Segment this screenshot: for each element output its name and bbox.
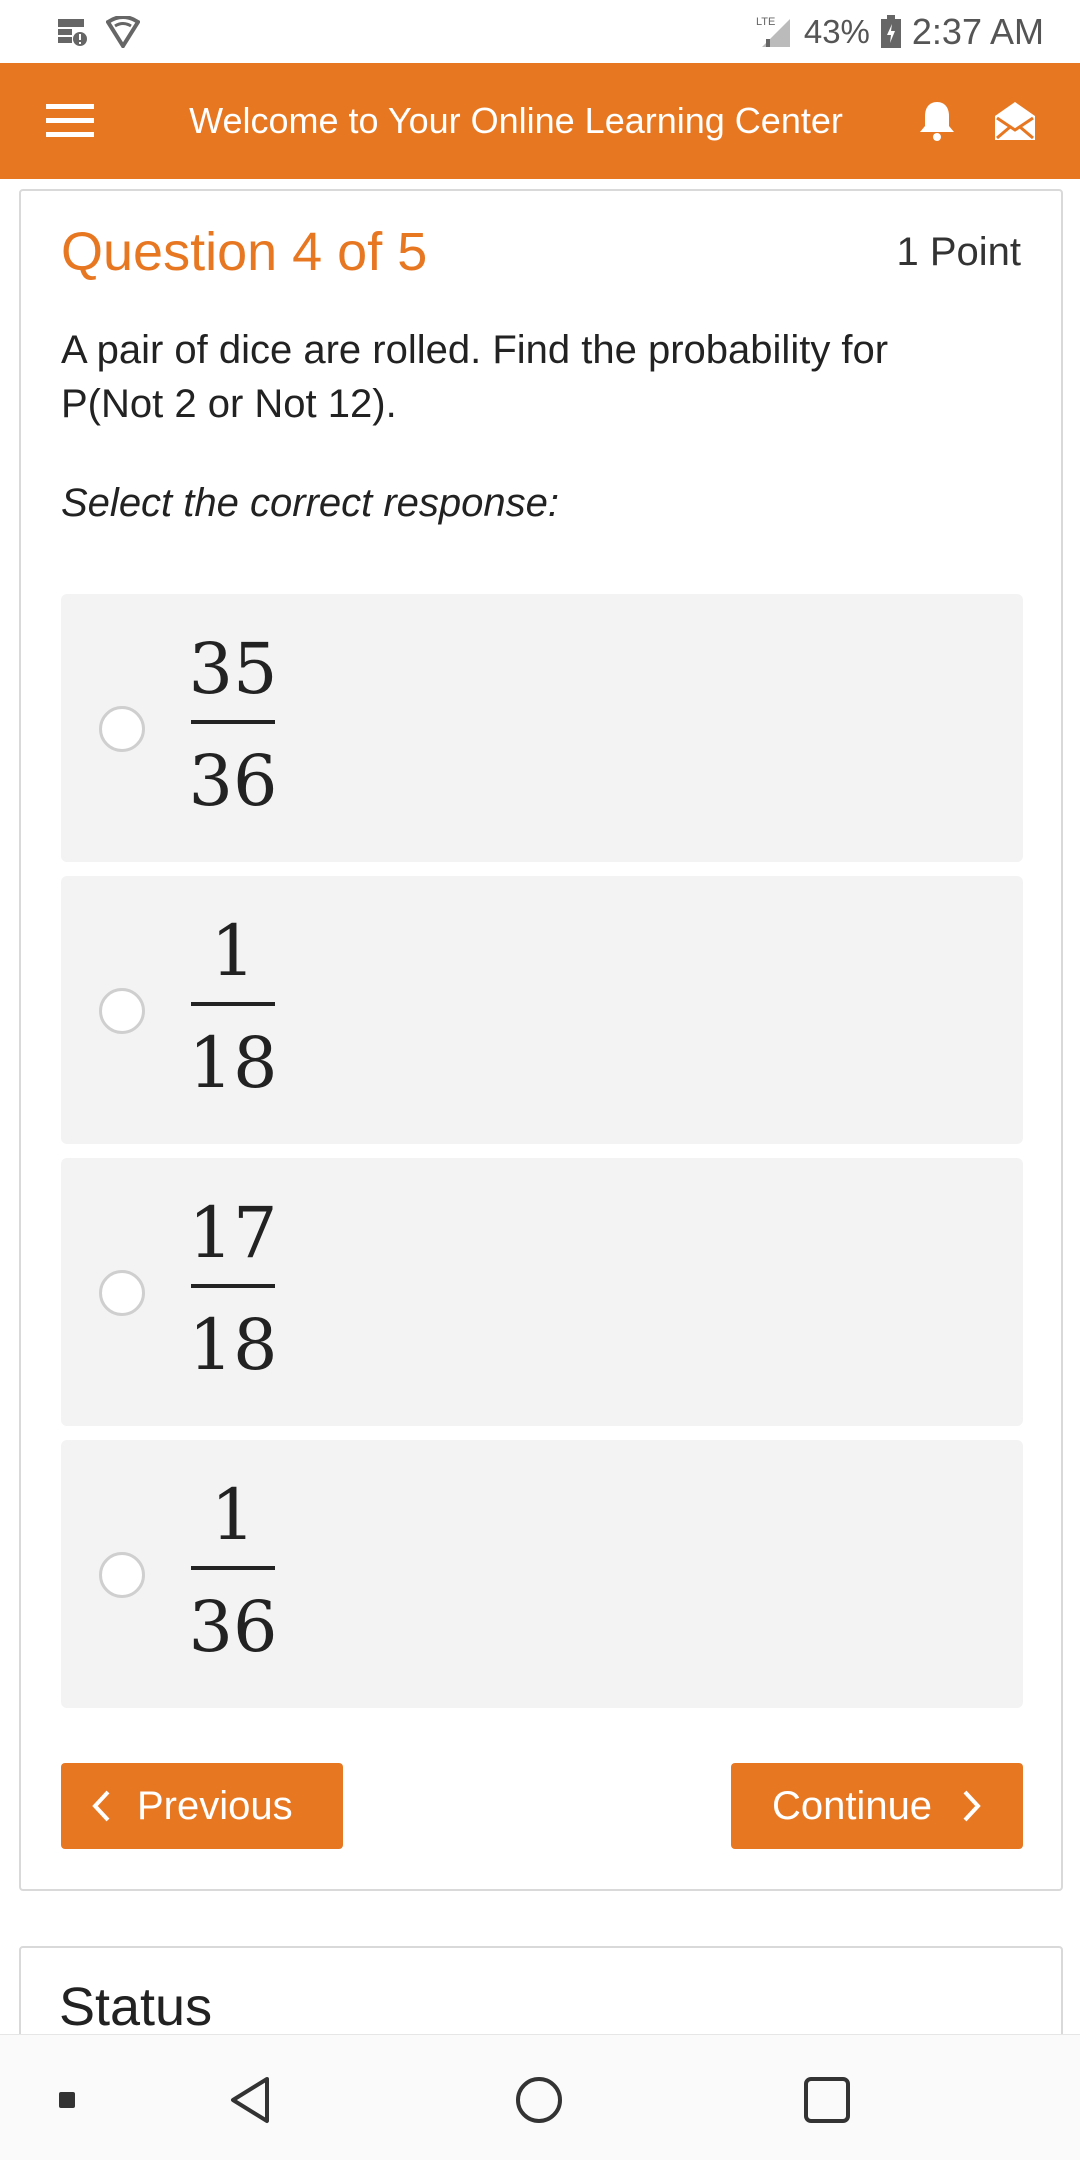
notifications-button[interactable] bbox=[914, 98, 960, 144]
hamburger-icon bbox=[46, 104, 94, 137]
svg-text:LTE: LTE bbox=[756, 16, 775, 28]
menu-button[interactable] bbox=[22, 63, 118, 179]
continue-label: Continue bbox=[771, 1783, 933, 1828]
fraction: 35 36 bbox=[188, 624, 278, 826]
chevron-left-icon bbox=[92, 1790, 110, 1822]
recents-square-icon bbox=[804, 2077, 850, 2123]
home-button[interactable] bbox=[514, 2075, 564, 2125]
radio-button[interactable] bbox=[99, 988, 145, 1034]
status-left-icons bbox=[56, 15, 140, 48]
question-header: Question 4 of 5 1 Point bbox=[61, 221, 1021, 283]
back-button[interactable] bbox=[226, 2075, 276, 2125]
clock: 2:37 AM bbox=[911, 10, 1044, 52]
radio-button[interactable] bbox=[99, 1270, 145, 1316]
battery-percent: 43% bbox=[803, 12, 870, 50]
fraction-denominator: 36 bbox=[188, 740, 278, 822]
sim-alert-icon bbox=[56, 17, 90, 47]
signal-icon: LTE bbox=[756, 15, 794, 49]
answer-option[interactable]: 35 36 bbox=[61, 594, 1023, 862]
dot-icon bbox=[59, 2092, 75, 2108]
fraction-bar bbox=[191, 720, 275, 724]
envelope-icon bbox=[995, 102, 1035, 140]
answer-option[interactable]: 1 36 bbox=[61, 1440, 1023, 1708]
fraction-bar bbox=[191, 1284, 275, 1288]
recents-button[interactable] bbox=[802, 2075, 852, 2125]
header-actions bbox=[914, 98, 1038, 144]
fraction: 1 18 bbox=[188, 906, 278, 1108]
fraction-numerator: 1 bbox=[210, 910, 256, 992]
android-nav-bar bbox=[0, 2034, 1080, 2160]
fraction-denominator: 18 bbox=[188, 1022, 278, 1104]
chevron-right-icon bbox=[963, 1790, 981, 1822]
app-header: Welcome to Your Online Learning Center bbox=[0, 63, 1080, 179]
fraction-numerator: 35 bbox=[188, 628, 278, 710]
question-points: 1 Point bbox=[896, 229, 1021, 274]
question-card: Question 4 of 5 1 Point A pair of dice a… bbox=[19, 189, 1063, 1891]
question-instruction: Select the correct response: bbox=[61, 481, 560, 525]
status-bar: LTE 43% 2:37 AM bbox=[0, 0, 1080, 63]
battery-icon bbox=[880, 14, 902, 49]
answer-options: 35 36 1 18 17 18 1 36 bbox=[61, 594, 1023, 1722]
radio-button[interactable] bbox=[99, 1552, 145, 1598]
fraction-numerator: 17 bbox=[188, 1192, 278, 1274]
fraction-denominator: 18 bbox=[188, 1304, 278, 1386]
fraction-numerator: 1 bbox=[210, 1474, 256, 1556]
question-text: A pair of dice are rolled. Find the prob… bbox=[61, 328, 889, 426]
fraction-bar bbox=[191, 1002, 275, 1006]
fraction: 1 36 bbox=[188, 1470, 278, 1672]
fraction-denominator: 36 bbox=[188, 1586, 278, 1668]
home-circle-icon bbox=[516, 2077, 562, 2123]
bell-icon bbox=[920, 102, 954, 141]
shield-wifi-icon bbox=[106, 15, 140, 48]
messages-button[interactable] bbox=[992, 98, 1038, 144]
continue-button[interactable]: Continue bbox=[731, 1763, 1023, 1849]
answer-option[interactable]: 1 18 bbox=[61, 876, 1023, 1144]
answer-option[interactable]: 17 18 bbox=[61, 1158, 1023, 1426]
previous-button[interactable]: Previous bbox=[61, 1763, 343, 1849]
status-title: Status bbox=[59, 1977, 213, 2037]
radio-button[interactable] bbox=[99, 706, 145, 752]
back-triangle-icon bbox=[231, 2077, 269, 2123]
question-navigation: Previous Continue bbox=[61, 1763, 1023, 1849]
fraction: 17 18 bbox=[188, 1188, 278, 1390]
fraction-bar bbox=[191, 1566, 275, 1570]
header-title: Welcome to Your Online Learning Center bbox=[189, 100, 843, 141]
question-title: Question 4 of 5 bbox=[61, 222, 428, 282]
nav-dot-button[interactable] bbox=[42, 2075, 92, 2125]
previous-label: Previous bbox=[137, 1783, 293, 1828]
status-right-info: LTE 43% 2:37 AM bbox=[756, 11, 1044, 53]
